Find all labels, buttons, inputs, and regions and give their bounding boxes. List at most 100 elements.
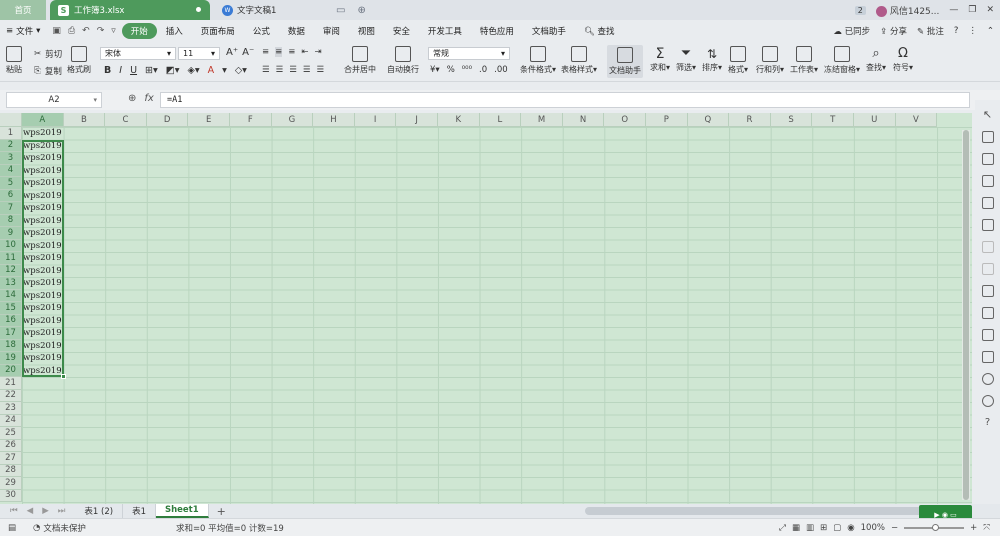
- thousands-icon[interactable]: ⁰⁰⁰: [462, 65, 472, 75]
- align-left-icon[interactable]: ☰: [262, 65, 270, 75]
- wrap-text-button[interactable]: 自动换行: [387, 46, 419, 75]
- column-header[interactable]: G: [271, 113, 314, 127]
- row-header[interactable]: 28: [0, 464, 22, 477]
- row-header[interactable]: 25: [0, 427, 22, 440]
- share-button[interactable]: ⇪ 分享: [880, 25, 907, 37]
- monitor-icon[interactable]: ▭: [336, 5, 345, 16]
- sort-button[interactable]: ⇅ 排序▾: [702, 46, 722, 73]
- eye-icon[interactable]: ◉: [847, 523, 854, 533]
- decrease-decimal-icon[interactable]: .00: [494, 65, 508, 75]
- row-header[interactable]: 7: [0, 202, 22, 215]
- border-icon[interactable]: ⊞▾: [145, 65, 158, 76]
- close-icon[interactable]: ✕: [986, 5, 994, 15]
- increase-decimal-icon[interactable]: .0: [479, 65, 487, 75]
- copy-button[interactable]: ⎘ 复制: [34, 65, 62, 77]
- comment-button[interactable]: ✎ 批注: [917, 25, 944, 37]
- vertical-scrollbar[interactable]: [962, 130, 970, 500]
- column-header[interactable]: B: [63, 113, 106, 127]
- cell-a5[interactable]: wps2019: [22, 177, 63, 190]
- format-button[interactable]: 格式▾: [728, 46, 748, 75]
- redo-icon[interactable]: ↷: [97, 26, 105, 36]
- column-header[interactable]: K: [438, 113, 480, 127]
- fill-handle[interactable]: [61, 374, 66, 379]
- column-header[interactable]: R: [729, 113, 771, 127]
- decrease-font-icon[interactable]: A⁻: [242, 47, 254, 58]
- horizontal-scrollbar[interactable]: [585, 507, 945, 515]
- justify-icon[interactable]: ☰: [303, 65, 311, 75]
- row-header[interactable]: 27: [0, 452, 22, 465]
- cell-a4[interactable]: wps2019: [22, 165, 63, 178]
- page-layout-icon[interactable]: ▥: [806, 523, 814, 533]
- search-command[interactable]: 🔍︎ 查找: [575, 25, 624, 37]
- file-menu[interactable]: ≡ 文件 ▾: [0, 25, 46, 37]
- row-header[interactable]: 1: [0, 127, 22, 140]
- cell-a15[interactable]: wps2019: [22, 302, 63, 315]
- row-header[interactable]: 10: [0, 239, 22, 252]
- column-header[interactable]: U: [854, 113, 896, 127]
- window-count-badge[interactable]: 2: [854, 5, 866, 15]
- menu-tab-3[interactable]: 公式: [244, 25, 279, 37]
- cell-a1[interactable]: wps2019: [22, 127, 63, 140]
- normal-view-icon[interactable]: ▦: [792, 523, 800, 533]
- worksheet-button[interactable]: 工作表▾: [790, 46, 818, 75]
- table-style-button[interactable]: 表格样式▾: [561, 46, 597, 75]
- menu-tab-6[interactable]: 视图: [349, 25, 384, 37]
- cell-a18[interactable]: wps2019: [22, 340, 63, 353]
- row-header[interactable]: 22: [0, 389, 22, 402]
- row-header[interactable]: 14: [0, 289, 22, 302]
- column-header[interactable]: C: [105, 113, 147, 127]
- column-header[interactable]: F: [230, 113, 272, 127]
- sheet-tab[interactable]: Sheet1: [155, 504, 209, 518]
- font-name-select[interactable]: 宋体 ▾: [100, 47, 176, 60]
- italic-icon[interactable]: I: [119, 65, 122, 76]
- row-header[interactable]: 29: [0, 477, 22, 490]
- indent-decrease-icon[interactable]: ⇤: [301, 47, 308, 57]
- highlight-icon[interactable]: ◈▾: [188, 65, 200, 76]
- fill-color-icon[interactable]: ◩▾: [166, 65, 180, 76]
- zoom-knob[interactable]: [932, 523, 940, 531]
- row-header[interactable]: 3: [0, 152, 22, 165]
- user-account[interactable]: 风信1425...: [875, 4, 939, 17]
- conditional-format-button[interactable]: 条件格式▾: [520, 46, 556, 75]
- minimize-icon[interactable]: —: [949, 5, 958, 15]
- formula-input[interactable]: =A1: [160, 92, 970, 108]
- cell-a2[interactable]: wps2019: [22, 140, 63, 153]
- row-header[interactable]: 19: [0, 352, 22, 365]
- next-sheet-icon[interactable]: ▶: [42, 506, 49, 516]
- fill-icon[interactable]: [981, 153, 994, 165]
- column-header[interactable]: T: [812, 113, 854, 127]
- row-header[interactable]: 5: [0, 177, 22, 190]
- image-icon[interactable]: [981, 351, 994, 363]
- row-header[interactable]: 20: [0, 364, 22, 377]
- crop-icon[interactable]: [981, 307, 994, 319]
- save-icon[interactable]: ▣: [52, 26, 61, 36]
- first-sheet-icon[interactable]: ⏮: [10, 506, 18, 516]
- protection-status[interactable]: ◔ 文档未保护: [33, 522, 86, 534]
- row-header[interactable]: 13: [0, 277, 22, 290]
- indent-increase-icon[interactable]: ⇥: [315, 47, 322, 57]
- customize-icon[interactable]: ▿: [111, 26, 116, 36]
- column-header[interactable]: I: [354, 113, 397, 127]
- sync-button[interactable]: ☁ 已同步: [833, 25, 870, 37]
- row-header[interactable]: 26: [0, 439, 22, 452]
- align-center-icon[interactable]: ☰: [276, 65, 284, 75]
- zoom-out-icon[interactable]: −: [891, 523, 898, 533]
- symbol-button[interactable]: Ω 符号▾: [893, 46, 913, 73]
- fx-icon[interactable]: fx: [144, 93, 153, 104]
- sum-button[interactable]: Σ 求和▾: [650, 46, 670, 73]
- archive-icon[interactable]: [981, 329, 994, 341]
- menu-tab-5[interactable]: 审阅: [314, 25, 349, 37]
- new-tab-icon[interactable]: ⊕: [357, 5, 365, 16]
- apps-icon[interactable]: [981, 197, 994, 209]
- cell-a11[interactable]: wps2019: [22, 252, 63, 265]
- column-header[interactable]: M: [521, 113, 563, 127]
- reading-view-icon[interactable]: ▢: [833, 523, 841, 533]
- row-header[interactable]: 23: [0, 402, 22, 415]
- clipboard-side-icon[interactable]: [981, 263, 994, 275]
- layout-icon[interactable]: ▤: [8, 523, 16, 533]
- row-header[interactable]: 9: [0, 227, 22, 240]
- home-tab[interactable]: 首页: [0, 0, 46, 20]
- cell-a10[interactable]: wps2019: [22, 240, 63, 253]
- column-header[interactable]: J: [396, 113, 438, 127]
- help-icon[interactable]: ?: [954, 26, 959, 36]
